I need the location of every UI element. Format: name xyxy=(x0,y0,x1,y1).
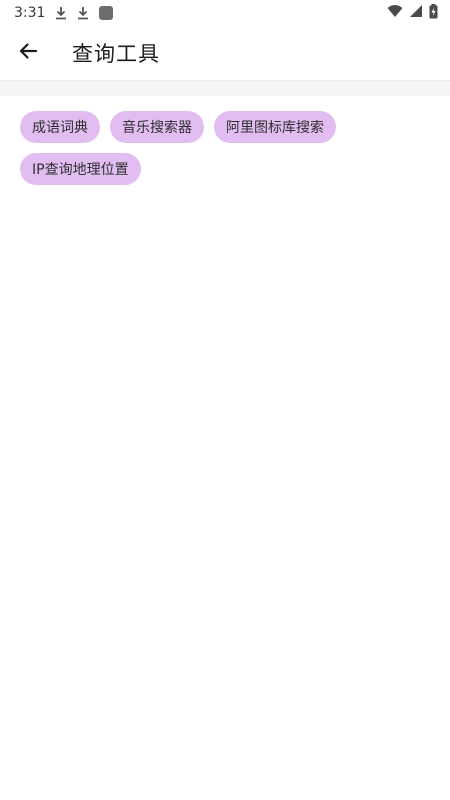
status-right xyxy=(387,3,438,23)
chip-ip-geolocation[interactable]: IP查询地理位置 xyxy=(20,153,141,185)
chip-idiom-dictionary[interactable]: 成语词典 xyxy=(20,111,100,143)
battery-charging-icon xyxy=(429,3,438,23)
tool-chip-list: 成语词典 音乐搜索器 阿里图标库搜索 IP查询地理位置 xyxy=(20,111,430,185)
back-button[interactable] xyxy=(0,26,56,80)
download-icon xyxy=(77,6,89,20)
signal-icon xyxy=(409,4,423,22)
divider xyxy=(0,80,450,96)
page-title: 查询工具 xyxy=(72,42,160,66)
app-notification-icon xyxy=(99,6,114,20)
chip-ali-icon-search[interactable]: 阿里图标库搜索 xyxy=(214,111,336,143)
chip-music-search[interactable]: 音乐搜索器 xyxy=(110,111,204,143)
status-bar: 3:31 xyxy=(0,0,450,26)
status-left: 3:31 xyxy=(14,5,114,21)
clock: 3:31 xyxy=(14,5,46,21)
arrow-left-icon xyxy=(18,41,38,65)
download-icon xyxy=(55,6,67,20)
wifi-icon xyxy=(387,4,403,22)
app-bar: 查询工具 xyxy=(0,26,450,80)
